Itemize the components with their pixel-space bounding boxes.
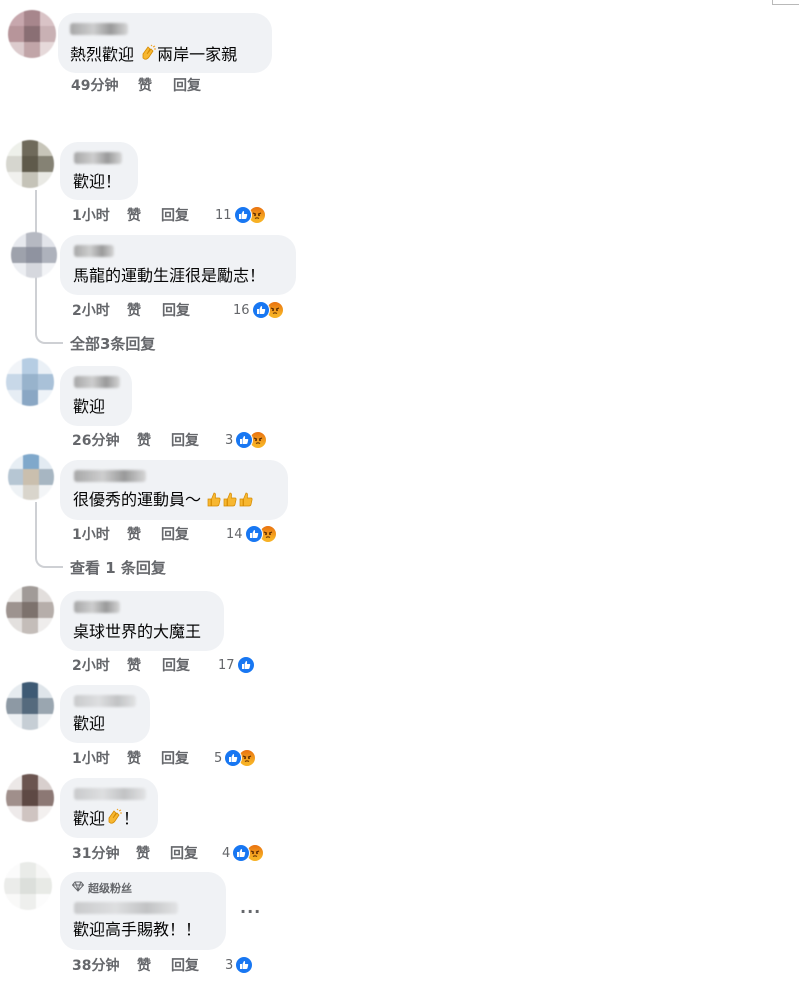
comment-text: 歡迎高手賜教！！ — [73, 920, 202, 939]
reply-button[interactable]: 回复 — [162, 657, 190, 675]
author-name[interactable] — [74, 695, 136, 707]
avatar[interactable] — [8, 454, 54, 500]
view-replies-link[interactable]: 查看 1 条回复 — [70, 557, 166, 578]
comment-text: 歡迎 ！ — [73, 808, 139, 831]
reaction-count: 17 — [218, 657, 235, 673]
like-button[interactable]: 赞 — [137, 432, 151, 450]
like-icon — [251, 301, 270, 319]
comment-text: 馬龍的運動生涯很是勵志！ — [73, 266, 266, 285]
like-icon — [235, 956, 254, 974]
reply-button[interactable]: 回复 — [173, 77, 201, 95]
top-fan-badge: 超级粉丝 — [71, 880, 132, 896]
reply-button[interactable]: 回复 — [170, 845, 198, 863]
timestamp[interactable]: 49分钟 — [71, 77, 118, 95]
timestamp[interactable]: 1小时 — [72, 750, 110, 768]
avatar[interactable] — [6, 358, 54, 406]
comment-bubble: 馬龍的運動生涯很是勵志！ — [60, 235, 296, 295]
reply-button[interactable]: 回复 — [162, 302, 190, 320]
thumbs-up-emoji — [222, 491, 238, 512]
reaction-summary[interactable]: 11 — [215, 205, 266, 225]
author-name[interactable] — [70, 23, 128, 35]
avatar[interactable] — [11, 232, 57, 278]
like-button[interactable]: 赞 — [127, 207, 141, 225]
timestamp[interactable]: 1小时 — [72, 526, 110, 544]
reply-button[interactable]: 回复 — [161, 750, 189, 768]
reaction-summary[interactable]: 14 — [226, 524, 277, 544]
timestamp[interactable]: 2小时 — [72, 302, 110, 320]
comment-bubble: 很優秀的運動員～ — [60, 460, 288, 520]
comment-bubble: 超级粉丝 歡迎高手賜教！！ — [60, 872, 226, 950]
comment-bubble: 歡迎 ！ — [60, 778, 158, 838]
timestamp[interactable]: 2小时 — [72, 657, 110, 675]
author-name[interactable] — [74, 470, 146, 482]
like-button[interactable]: 赞 — [137, 957, 151, 975]
view-replies-link[interactable]: 全部3条回复 — [70, 333, 155, 354]
like-button[interactable]: 赞 — [138, 77, 152, 95]
diamond-icon — [71, 881, 85, 895]
reply-button[interactable]: 回复 — [171, 432, 199, 450]
thumbs-up-emoji — [206, 491, 222, 512]
like-button[interactable]: 赞 — [127, 750, 141, 768]
reaction-summary[interactable]: 17 — [218, 655, 255, 675]
reply-button[interactable]: 回复 — [161, 526, 189, 544]
author-name[interactable] — [74, 601, 120, 613]
timestamp[interactable]: 1小时 — [72, 207, 110, 225]
reply-button[interactable]: 回复 — [171, 957, 199, 975]
like-icon — [244, 525, 263, 543]
reaction-count: 14 — [226, 526, 243, 542]
author-name[interactable] — [74, 152, 122, 164]
avatar[interactable] — [8, 10, 56, 58]
author-name[interactable] — [74, 245, 114, 257]
reaction-count: 3 — [225, 432, 234, 448]
author-name[interactable] — [74, 902, 178, 914]
comment-text: 歡迎！ — [73, 172, 122, 191]
like-icon — [233, 206, 252, 224]
comment-text: 歡迎 — [73, 714, 106, 733]
thread-line — [35, 502, 63, 568]
author-name[interactable] — [74, 376, 120, 388]
thumbs-up-emoji — [238, 491, 254, 512]
reaction-summary[interactable]: 5 — [214, 748, 257, 768]
reaction-summary[interactable]: 3 — [225, 955, 254, 975]
reaction-summary[interactable]: 4 — [222, 843, 265, 863]
comment-text: 桌球世界的大魔王 — [73, 622, 202, 641]
more-options-button[interactable]: ··· — [240, 902, 261, 921]
timestamp[interactable]: 31分钟 — [72, 845, 119, 863]
clap-emoji — [139, 44, 157, 67]
reaction-count: 16 — [233, 302, 250, 318]
comment-bubble: 歡迎 — [60, 366, 132, 426]
like-button[interactable]: 赞 — [127, 302, 141, 320]
reaction-summary[interactable]: 3 — [225, 430, 268, 450]
author-name[interactable] — [74, 788, 146, 800]
avatar[interactable] — [6, 682, 54, 730]
like-button[interactable]: 赞 — [127, 526, 141, 544]
avatar[interactable] — [6, 586, 54, 634]
comment-text: 熱烈歡迎 兩岸一家親 — [70, 44, 237, 67]
reaction-summary[interactable]: 16 — [233, 300, 284, 320]
top-fan-label: 超级粉丝 — [88, 882, 132, 895]
avatar[interactable] — [6, 774, 54, 822]
reaction-count: 11 — [215, 207, 232, 223]
comment-text: 很優秀的運動員～ — [73, 490, 254, 512]
comment-bubble: 歡迎！ — [60, 142, 138, 200]
comment-bubble: 熱烈歡迎 兩岸一家親 — [58, 13, 272, 73]
avatar[interactable] — [4, 862, 52, 910]
timestamp[interactable]: 38分钟 — [72, 957, 119, 975]
like-button[interactable]: 赞 — [136, 845, 150, 863]
reaction-count: 3 — [225, 957, 234, 973]
clap-emoji — [105, 808, 123, 831]
timestamp[interactable]: 26分钟 — [72, 432, 119, 450]
reaction-count: 4 — [222, 845, 231, 861]
comment-bubble: 歡迎 — [60, 685, 150, 743]
like-button[interactable]: 赞 — [127, 657, 141, 675]
avatar[interactable] — [6, 140, 54, 188]
comment-bubble: 桌球世界的大魔王 — [60, 591, 224, 651]
like-icon — [236, 656, 255, 674]
corner-box — [772, 0, 799, 5]
reply-button[interactable]: 回复 — [161, 207, 189, 225]
reaction-count: 5 — [214, 750, 223, 766]
comment-text: 歡迎 — [73, 397, 106, 416]
